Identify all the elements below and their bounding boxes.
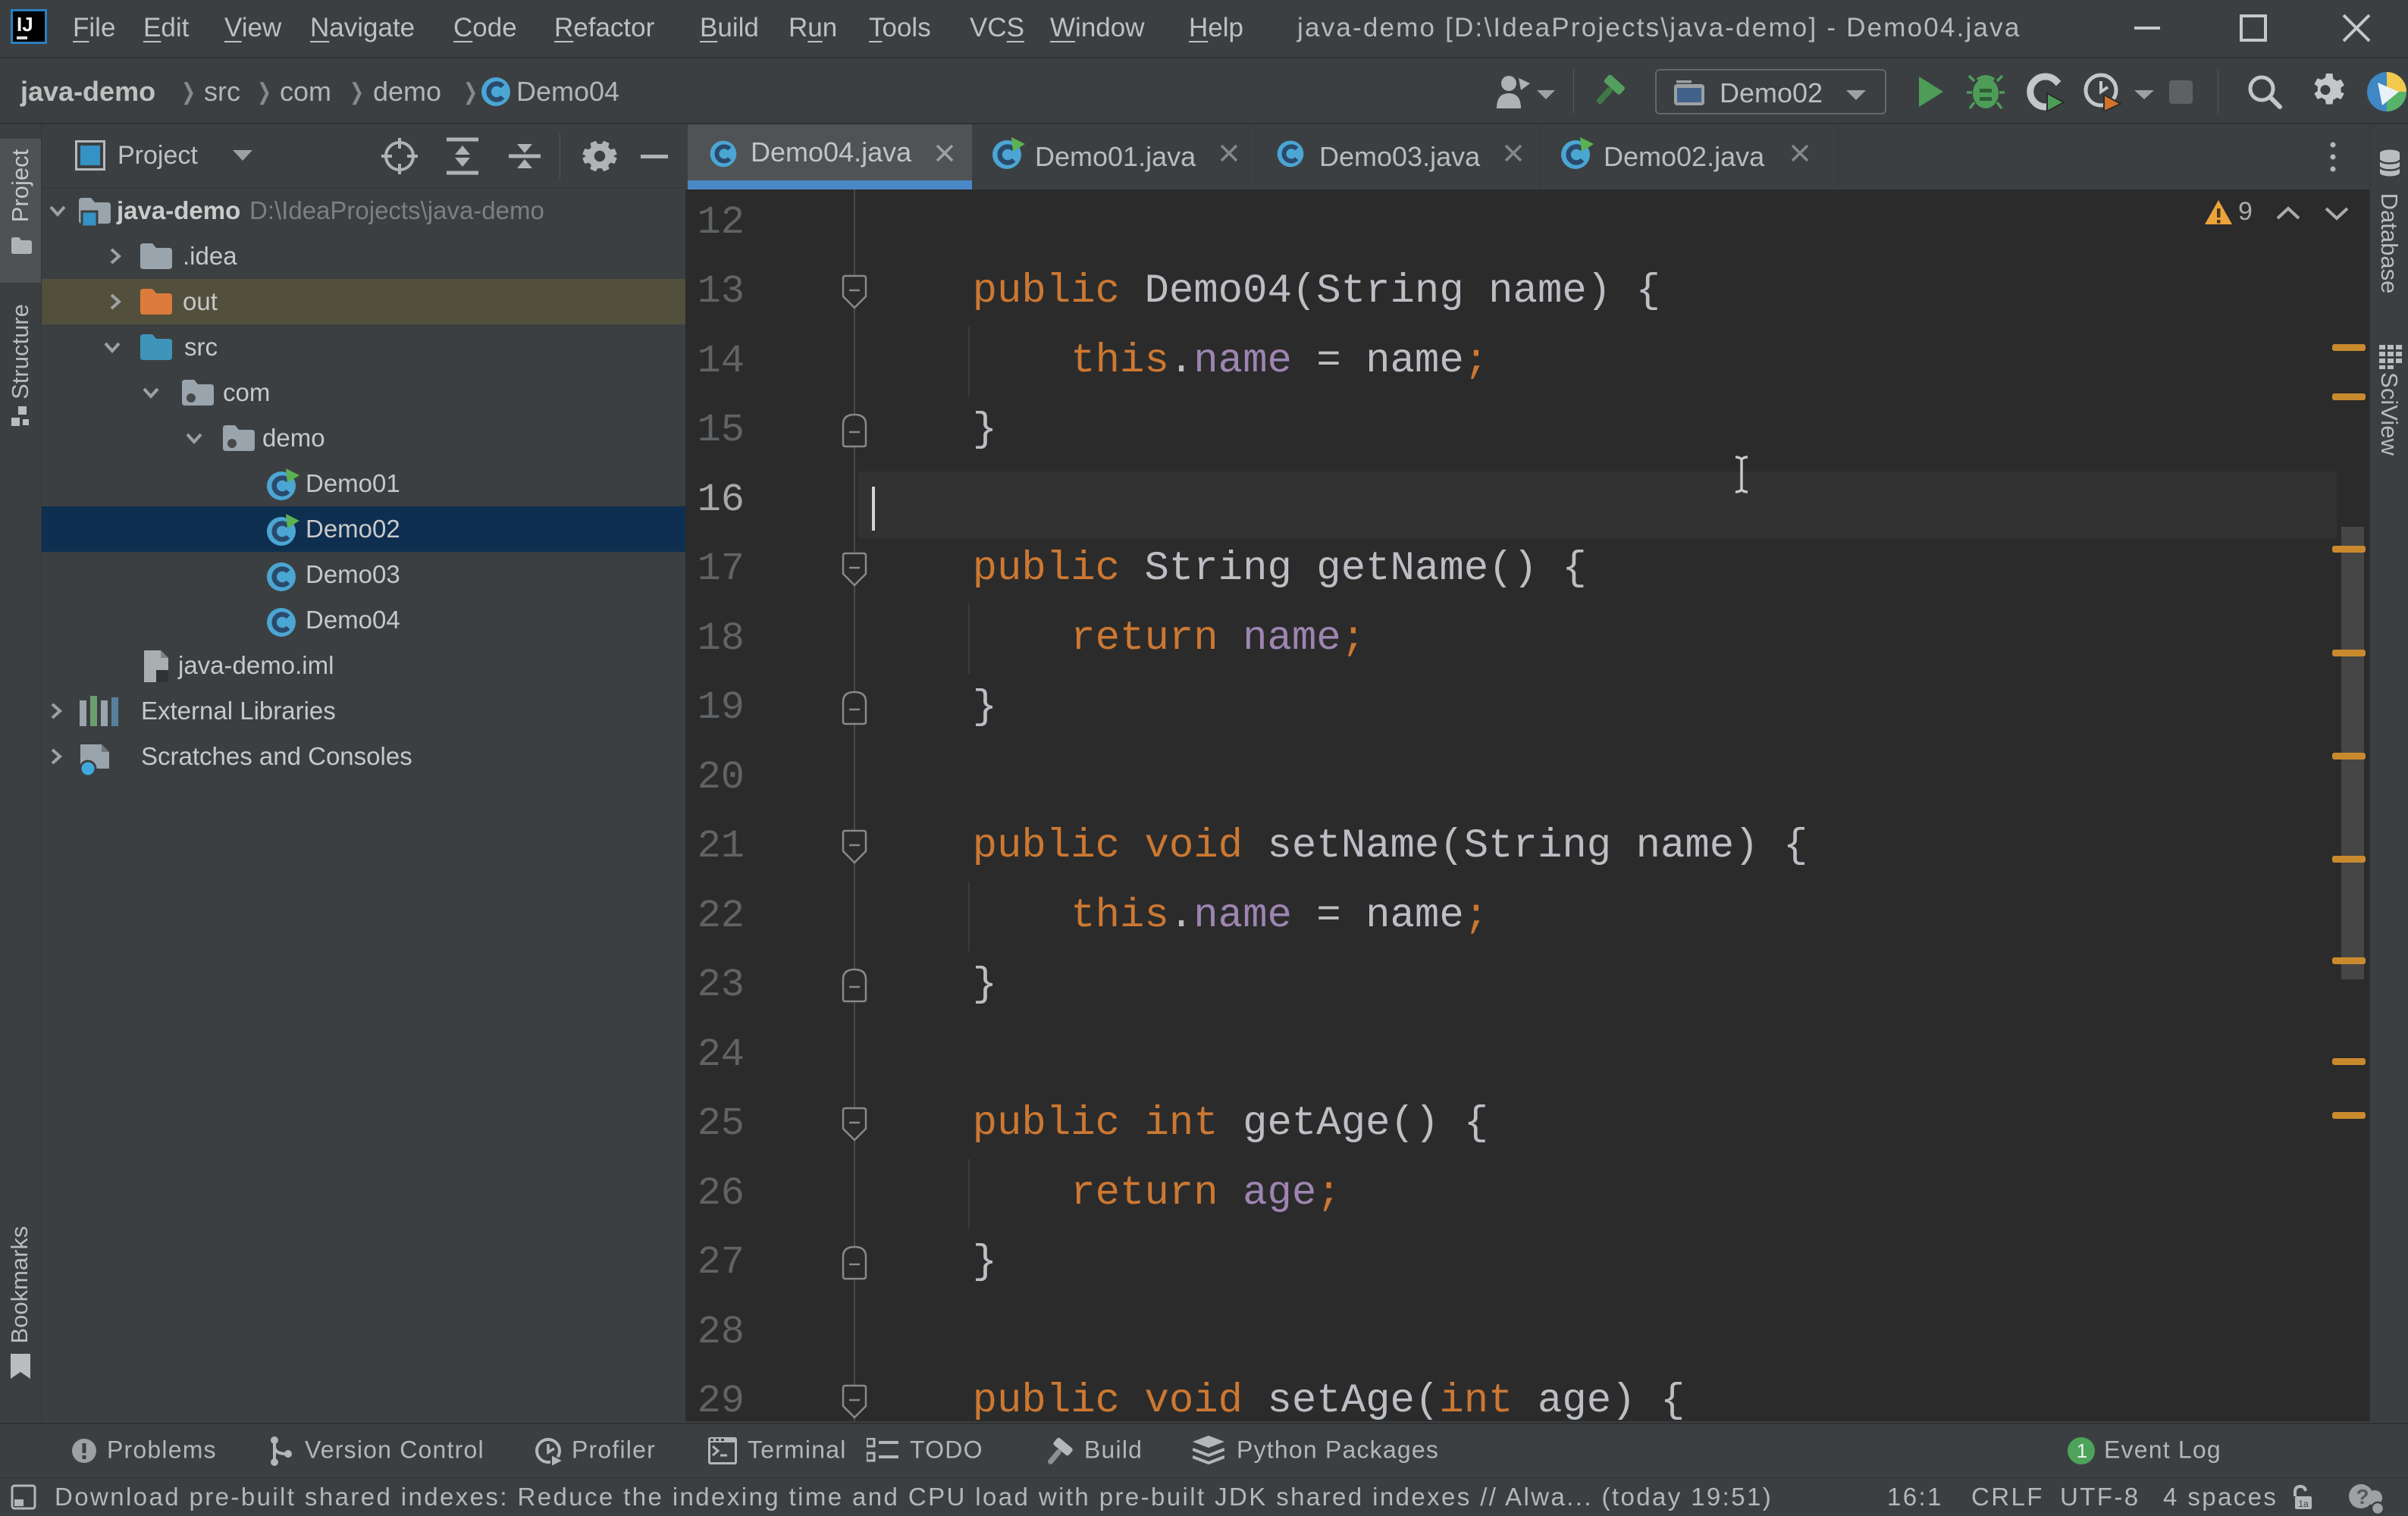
svg-text:1a: 1a [2298, 1499, 2309, 1509]
svg-text:?: ? [2356, 1485, 2369, 1508]
svg-text:1: 1 [2077, 1439, 2087, 1462]
